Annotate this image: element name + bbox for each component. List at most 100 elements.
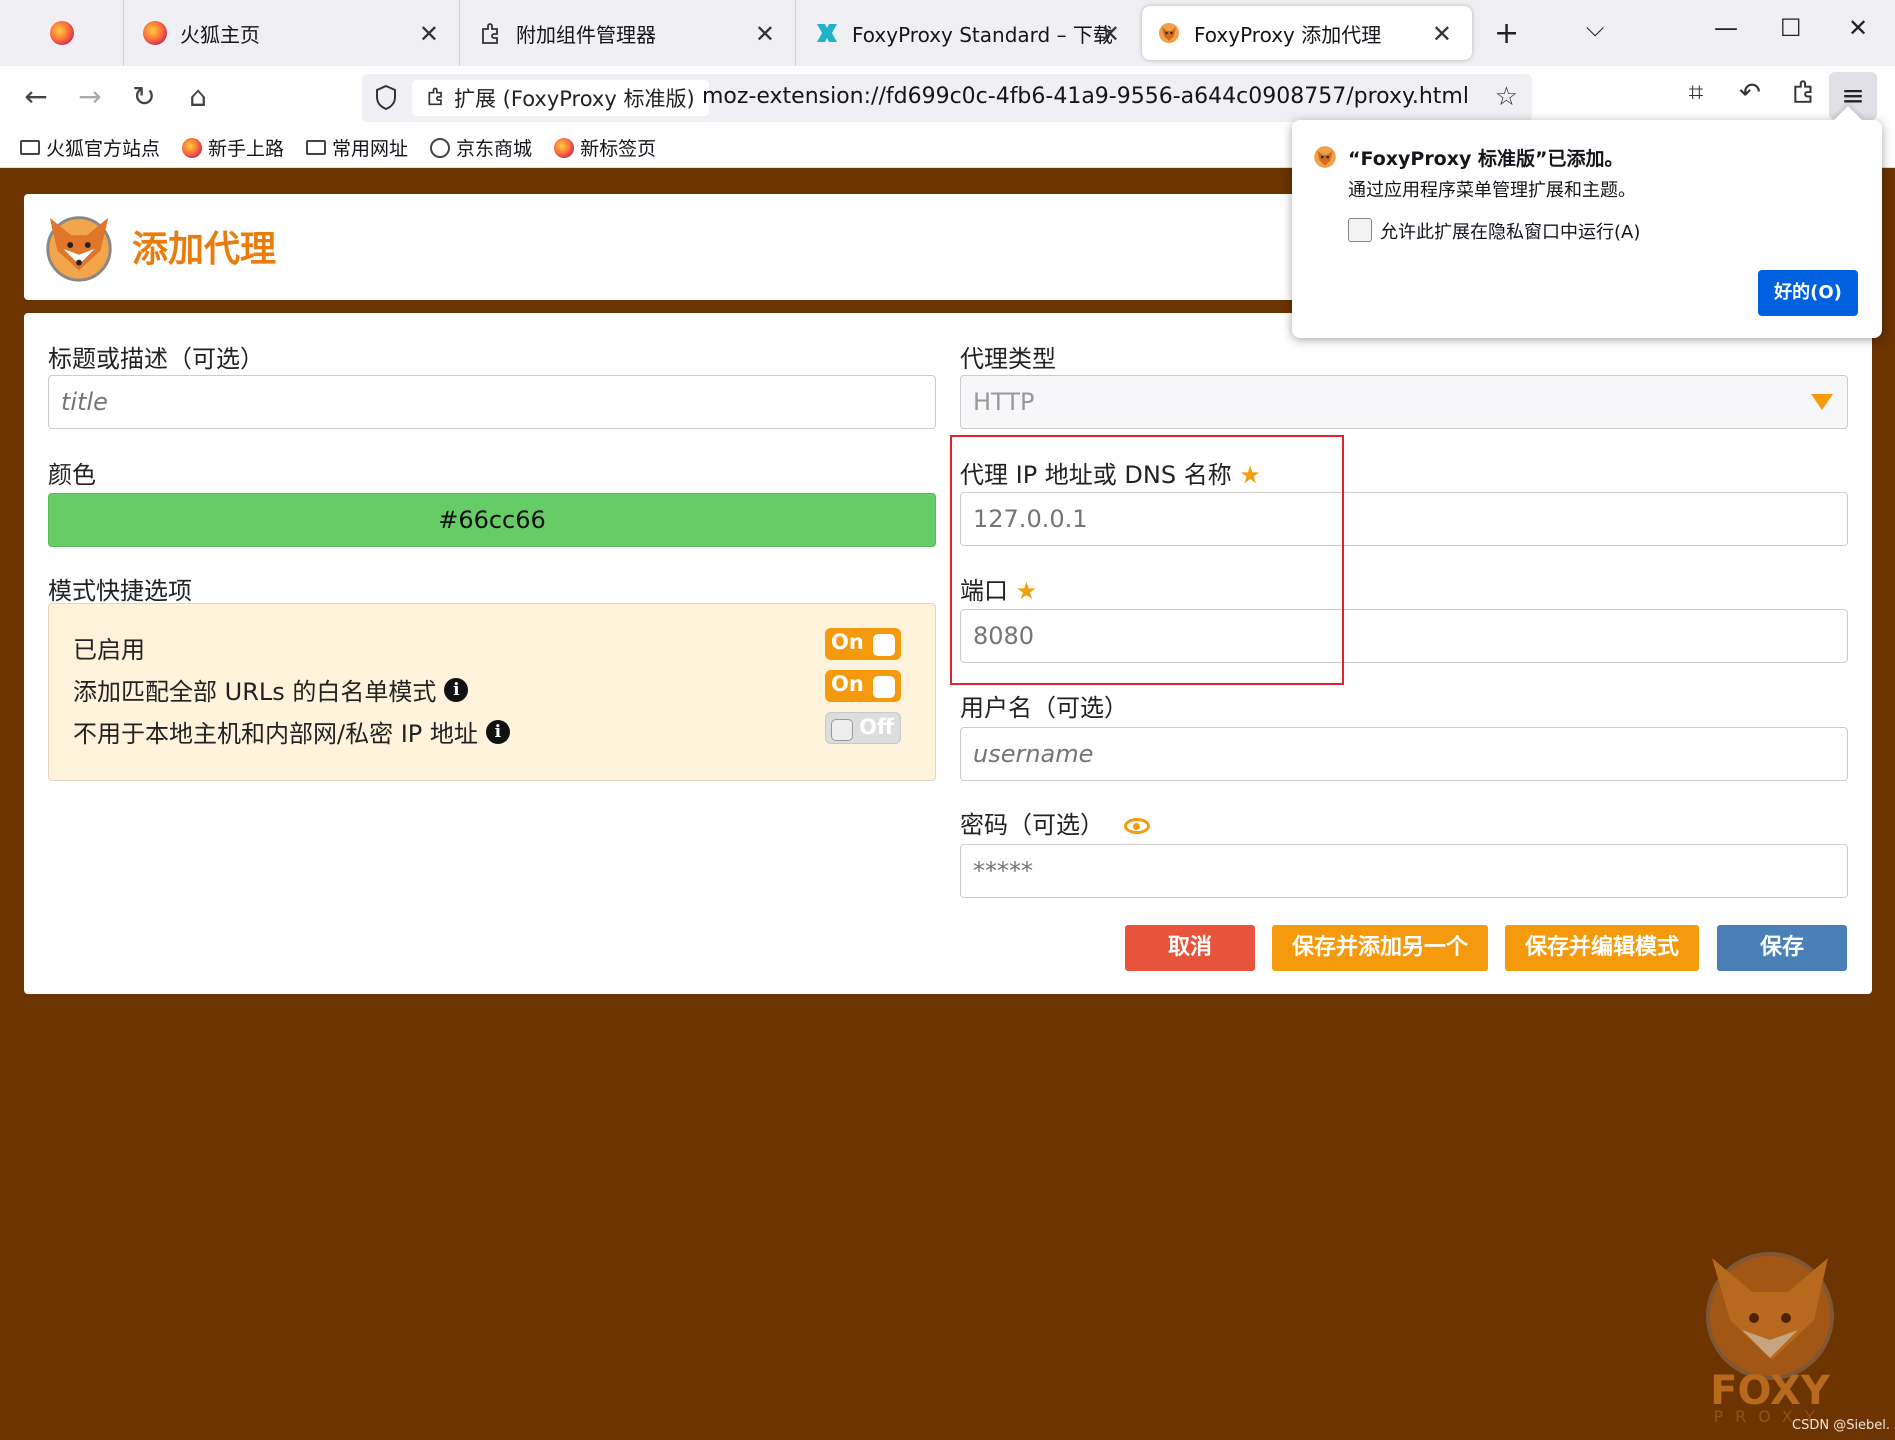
bookmark-label: 火狐官方站点 [46,138,161,160]
folder-icon [306,140,327,155]
firefox-icon [49,21,74,45]
tab-firefox-pinned[interactable] [0,0,124,66]
save-edit-patterns-button[interactable]: 保存并编辑模式 [1505,925,1699,971]
proxy-type-label: 代理类型 [960,345,1056,373]
amo-icon [814,20,840,46]
bookmark-item[interactable]: 新手上路 [182,134,284,161]
forward-icon[interactable]: → [72,80,108,113]
info-icon[interactable]: i [485,719,510,744]
password-label: 密码（可选） [960,805,1150,840]
tab-label: FoxyProxy Standard – 下载 [852,22,1113,47]
bookmark-item[interactable]: 京东商城 [430,134,532,161]
toggle-knob [831,719,853,741]
identity-label: 扩展 (FoxyProxy 标准版) [454,87,695,111]
bookmark-star-icon[interactable]: ☆ [1495,82,1518,112]
bookmark-label: 常用网址 [332,138,409,160]
proxy-type-value: HTTP [973,388,1035,416]
color-label: 颜色 [48,461,96,489]
username-label: 用户名（可选） [960,694,1128,722]
private-window-checkbox[interactable] [1348,218,1372,242]
foxyproxy-logo [46,216,112,282]
close-window-icon[interactable]: ✕ [1848,14,1868,42]
toggle-state: On [831,630,864,654]
foxy-watermark: FOXY PROXY [1706,1252,1834,1423]
title-input[interactable] [48,375,936,429]
reload-icon[interactable]: ↻ [126,80,162,113]
tab-firefox-home[interactable]: 火狐主页 ✕ [124,0,460,66]
shortcut-label: 已启用 [73,636,145,664]
url-text[interactable]: moz-extension://fd699c0c-4fb6-41a9-9556-… [702,84,1469,109]
popup-title: “FoxyProxy 标准版”已添加。 [1348,148,1624,170]
page-title: 添加代理 [132,229,277,270]
exclude-local-toggle[interactable]: Off [825,712,901,744]
back-icon[interactable]: ← [18,80,54,113]
bookmark-item[interactable]: 常用网址 [306,134,408,161]
shield-icon[interactable] [374,84,398,116]
color-picker-button[interactable]: #66cc66 [48,493,936,547]
username-input[interactable] [960,727,1848,781]
identity-box[interactable]: 扩展 (FoxyProxy 标准版) [412,80,709,116]
tab-label: 火狐主页 [180,22,260,47]
foxyproxy-icon [1156,20,1182,46]
tab-addons-manager[interactable]: 附加组件管理器 ✕ [460,0,796,66]
shortcut-label: 添加匹配全部 URLs 的白名单模式 [73,678,437,706]
tab-foxyproxy-download[interactable]: FoxyProxy Standard – 下载 ✕ [796,0,1132,66]
info-icon[interactable]: i [444,677,469,702]
extension-added-popup: “FoxyProxy 标准版”已添加。 通过应用程序菜单管理扩展和主题。 允许此… [1292,105,1882,338]
credit-text: CSDN @Siebel. [1792,1418,1891,1433]
extensions-puzzle-icon[interactable] [1784,78,1824,111]
bookmark-item[interactable]: 火狐官方站点 [20,134,160,161]
firefox-icon [143,21,167,45]
private-window-label[interactable]: 允许此扩展在隐私窗口中运行(A) [1380,218,1640,244]
popup-subtitle: 通过应用程序菜单管理扩展和主题。 [1348,180,1636,201]
cancel-button[interactable]: 取消 [1125,925,1255,971]
proxy-form: 标题或描述（可选） 颜色 #66cc66 模式快捷选项 已启用 On 添加匹配全… [24,313,1872,994]
ok-button[interactable]: 好的(O) [1758,270,1858,316]
save-button[interactable]: 保存 [1717,925,1847,971]
password-input[interactable] [960,844,1848,898]
enabled-toggle[interactable]: On [825,628,901,660]
maximize-icon[interactable]: ☐ [1780,14,1802,42]
tab-list-chevron-icon[interactable]: ⌵ [1586,14,1604,42]
highlight-box [950,435,1344,685]
navigation-toolbar: ← → ↻ ⌂ 扩展 (FoxyProxy 标准版) moz-extension… [0,66,1895,128]
shortcut-label: 不用于本地主机和内部网/私密 IP 地址 [73,720,478,748]
tab-label: 附加组件管理器 [516,22,656,47]
shortcut-enabled-row: 已启用 [73,630,145,665]
bookmark-label: 京东商城 [456,138,533,160]
pattern-shortcuts-box: 已启用 On 添加匹配全部 URLs 的白名单模式 i On 不用于本地主机和内… [48,603,936,781]
whitelist-all-urls-toggle[interactable]: On [825,670,901,702]
home-icon[interactable]: ⌂ [180,80,216,113]
title-label: 标题或描述（可选） [48,345,264,373]
folder-icon [20,140,40,155]
close-tab-icon[interactable]: ✕ [1100,20,1120,48]
toggle-knob [873,676,895,698]
close-tab-icon[interactable]: ✕ [419,20,439,48]
new-tab-icon[interactable]: + [1494,16,1519,51]
url-bar[interactable]: 扩展 (FoxyProxy 标准版) moz-extension://fd699… [362,74,1532,122]
firefox-icon [182,137,203,158]
crop-icon[interactable]: ⌗ [1676,78,1716,109]
proxy-type-select[interactable]: HTTP [960,375,1848,429]
dropdown-arrow-icon [1811,394,1833,410]
tab-strip: 火狐主页 ✕ 附加组件管理器 ✕ FoxyProxy Standard – 下载… [0,0,1895,66]
tab-label: FoxyProxy 添加代理 [1194,22,1382,47]
bookmark-item[interactable]: 新标签页 [554,134,656,161]
close-tab-icon[interactable]: ✕ [755,20,775,48]
shortcut-whitelist-row: 添加匹配全部 URLs 的白名单模式 i [73,672,469,707]
puzzle-icon [426,86,446,111]
tab-foxyproxy-add-proxy[interactable]: FoxyProxy 添加代理 ✕ [1142,6,1472,60]
save-add-another-button[interactable]: 保存并添加另一个 [1272,925,1488,971]
pattern-shortcuts-label: 模式快捷选项 [48,577,192,605]
bookmark-label: 新标签页 [580,138,657,160]
firefox-icon [554,137,575,158]
toggle-state: On [831,672,864,696]
toggle-knob [873,634,895,656]
minimize-icon[interactable]: — [1714,14,1738,42]
bookmark-label: 新手上路 [208,138,285,160]
puzzle-icon [478,20,504,46]
toggle-state: Off [859,715,894,739]
eye-icon[interactable] [1123,818,1150,834]
undo-arrow-icon[interactable]: ↶ [1730,78,1770,108]
close-tab-icon[interactable]: ✕ [1432,20,1452,48]
